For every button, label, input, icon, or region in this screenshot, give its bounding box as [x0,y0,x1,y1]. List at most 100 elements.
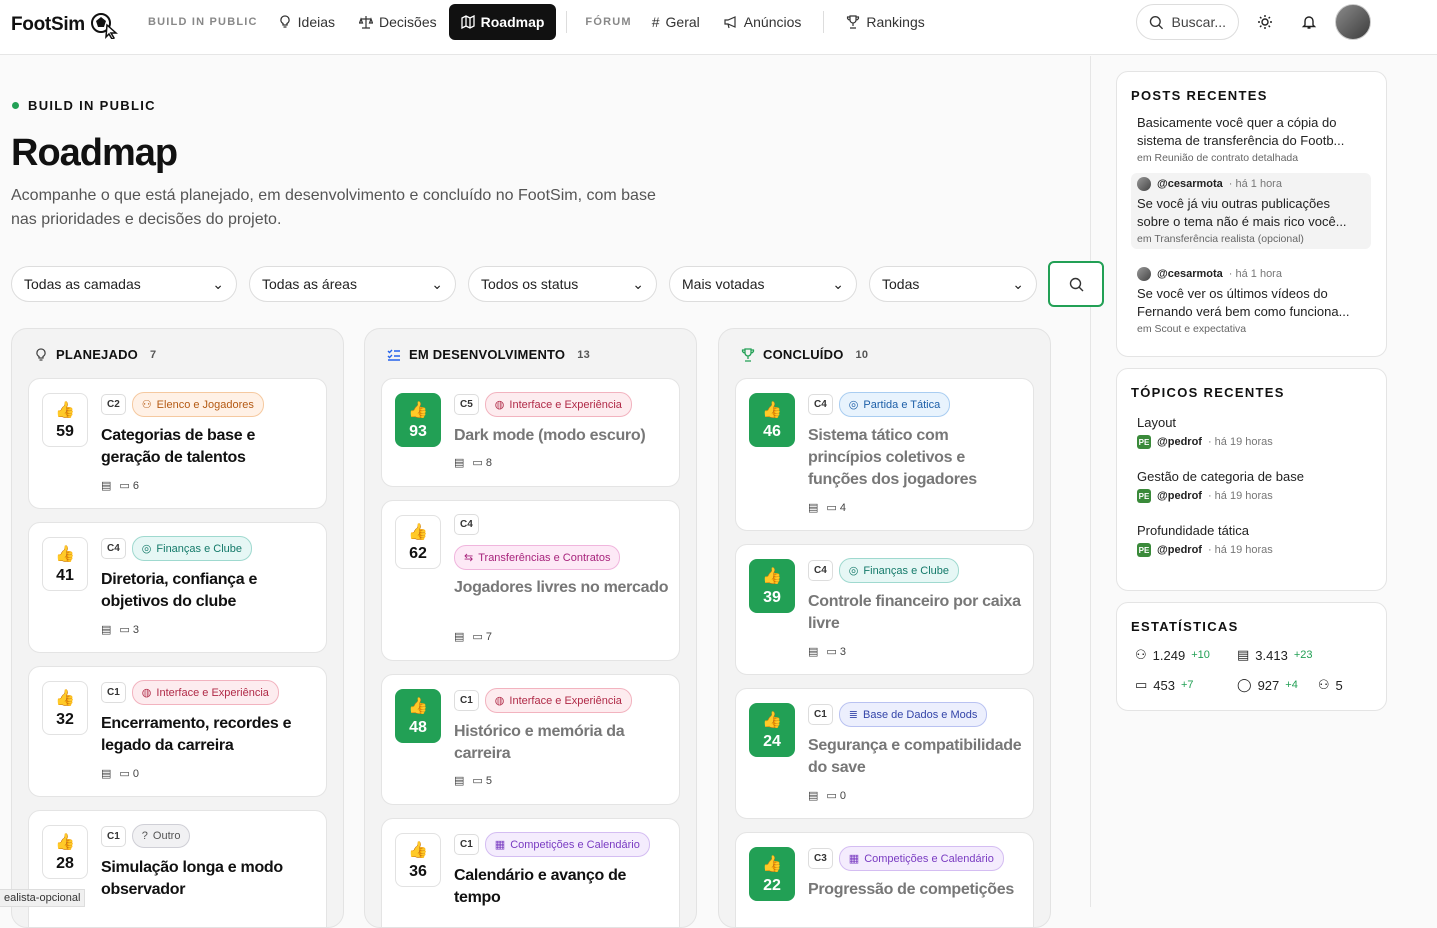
page-title: Roadmap [11,132,178,174]
nav-decisoes-label: Decisões [379,14,437,30]
recent-topic[interactable]: Gestão de categoria de base PE @pedrof · h… [1137,469,1367,503]
chevron-down-icon: ⌄ [832,275,844,292]
hash-icon: # [651,14,660,30]
card-title: Histórico e memória da carreira [454,723,625,762]
roadmap-card[interactable]: 👍 46 C4 ◎ Partida e Tática Sistema tático c… [735,378,1034,531]
column-concluido: CONCLUÍDO 10 👍 46 C4 ◎ Partida e Tática Sis… [718,328,1051,928]
comment-count: ▭ 3 [826,645,846,659]
nav-geral[interactable]: # Geral [640,4,712,40]
post-text: Basicamente você quer a cópia do sistema… [1137,115,1345,148]
roadmap-card[interactable]: 👍 22 C3 ▦ Competições e Calendário Progress… [735,832,1034,927]
thumbs-up-icon: 👍 [762,711,782,729]
vote-count: 32 [56,710,74,728]
avatar [1137,267,1151,281]
filter-areas[interactable]: Todas as áreas ⌄ [249,266,456,302]
thumbs-up-icon: 👍 [762,855,782,873]
comment-count: ▭ 0 [119,767,139,781]
recent-topic[interactable]: Profundidade tática PE @pedrof · há 19 hor… [1137,523,1367,557]
area-badge-label: Competições e Calendário [864,852,994,865]
recent-topic[interactable]: Layout PE @pedrof · há 19 horas [1137,415,1367,449]
users-icon: ⚇ [1135,647,1147,662]
nav-divider [823,11,825,33]
vote-button[interactable]: 👍 41 [42,537,88,591]
roadmap-card[interactable]: 👍 39 C4 ◎ Finanças e Clube Controle finance… [735,544,1034,675]
area-badge-label: Interface e Experiência [156,686,269,699]
area-badge-label: Transferências e Contratos [478,551,611,564]
thumbs-up-icon: 👍 [55,545,75,563]
main-nav: BUILD IN PUBLIC Ideias Decisões Roadmap … [140,4,937,40]
nav-anuncios[interactable]: Anúncios [712,4,814,40]
filter-todas[interactable]: Todas ⌄ [869,266,1037,302]
card-title: Encerramento, recordes e legado da carre… [101,715,292,754]
layer-badge: C4 [454,514,479,535]
roadmap-card[interactable]: 👍 48 C1 ◍ Interface e Experiência Histórico… [381,674,680,805]
roadmap-card[interactable]: 👍 41 C4 ◎ Finanças e Clube Diretoria, confi… [28,522,327,653]
stat-delta: +10 [1191,649,1210,661]
card-title: Dark mode (modo escuro) [454,427,646,444]
top-navigation-bar: FootSim BUILD IN PUBLIC Ideias Decisões … [0,0,1437,55]
vote-button[interactable]: 👍 28 [42,825,88,879]
global-search-button[interactable]: Buscar... [1136,4,1239,40]
theme-toggle-button[interactable] [1251,8,1279,36]
vote-button[interactable]: 👍 32 [42,681,88,735]
vote-button[interactable]: 👍 46 [749,393,795,447]
nav-ideias[interactable]: Ideias [266,4,347,40]
palette-icon: ◍ [141,687,152,699]
area-badge: ▦ Competições e Calendário [484,832,650,857]
nav-roadmap[interactable]: Roadmap [448,4,557,40]
brand-logo[interactable]: FootSim [11,11,119,39]
vote-count: 36 [409,862,427,880]
comment-icon: ▭ [826,502,837,514]
recent-post[interactable]: Basicamente você quer a cópia do sistema… [1131,110,1371,168]
roadmap-card[interactable]: 👍 32 C1 ◍ Interface e Experiência Encerrame… [28,666,327,797]
vote-count: 62 [409,544,427,562]
vote-button[interactable]: 👍 24 [749,703,795,757]
roadmap-card[interactable]: 👍 59 C2 ⚇ Elenco e Jogadores Categorias de … [28,378,327,509]
vote-button[interactable]: 👍 59 [42,393,88,447]
nav-rankings[interactable]: Rankings [834,4,936,40]
card-title: Segurança e compatibilidade do save [808,737,1022,776]
doc-icon: ▤ [454,631,465,643]
trophy-icon [741,347,755,362]
area-badge-label: Elenco e Jogadores [156,398,254,411]
vote-button[interactable]: 👍 48 [395,689,441,743]
recent-post[interactable]: @cesarmota · há 1 hora Se você já viu out… [1131,173,1371,249]
filter-camadas[interactable]: Todas as camadas ⌄ [11,266,237,302]
roadmap-card[interactable]: 👍 36 C1 ▦ Competições e Calendário Calendár… [381,818,680,927]
filter-status[interactable]: Todos os status ⌄ [468,266,657,302]
main-content: BUILD IN PUBLIC Roadmap Acompanhe o que … [0,56,1104,928]
roadmap-card[interactable]: 👍 24 C1 ≣ Base de Dados e Mods Segurança e … [735,688,1034,819]
roadmap-card[interactable]: 👍 28 C1? Outro Simulação longa e modo obse… [28,810,327,927]
roadmap-card[interactable]: 👍 93 C5 ◍ Interface e Experiência Dark mode… [381,378,680,487]
stat-delta: +23 [1293,649,1313,661]
area-badge: ? Outro [131,824,191,848]
page-kicker: BUILD IN PUBLIC [12,98,156,113]
sun-icon [1258,15,1272,29]
notifications-button[interactable] [1295,8,1323,36]
vote-button[interactable]: 👍 36 [395,833,441,887]
recent-post[interactable]: @cesarmota · há 1 hora Se você ver os últ… [1131,263,1371,339]
comment-icon: ▭ [119,480,130,492]
layer-badge: C4 [808,560,833,581]
post-text: Se você já viu outras publicações sobre … [1137,196,1347,229]
filter-ordem[interactable]: Mais votadas ⌄ [669,266,857,302]
stats-panel: ESTATÍSTICAS ⚇ 1.249 +10 ▤ 3.413 +23 ▭ 453 +7 … [1116,602,1387,711]
doc-icon: ▤ [808,790,819,802]
vote-button[interactable]: 👍 22 [749,847,795,901]
vote-button[interactable]: 👍 93 [395,393,441,447]
layer-badge: C1 [101,825,126,847]
roadmap-card[interactable]: 👍 62 C4 ⇆ Transferências e Contratos Jogado… [381,500,680,661]
topic-title: Gestão de categoria de base [1137,469,1304,484]
help-circle-icon: ? [141,830,148,842]
vote-count: 22 [763,876,781,894]
vote-button[interactable]: 👍 62 [395,515,441,569]
comment-icon: ▭ [472,631,483,643]
doc-icon: ▤ [454,457,465,469]
user-avatar[interactable] [1335,4,1371,40]
comment-count-value: 3 [132,623,139,636]
comment-count: ▭ 3 [119,623,139,637]
vote-button[interactable]: 👍 39 [749,559,795,613]
avatar: PE [1137,435,1151,449]
nav-decisoes[interactable]: Decisões [347,4,449,40]
stat-users: ⚇ 1.249 +10 [1135,647,1237,663]
